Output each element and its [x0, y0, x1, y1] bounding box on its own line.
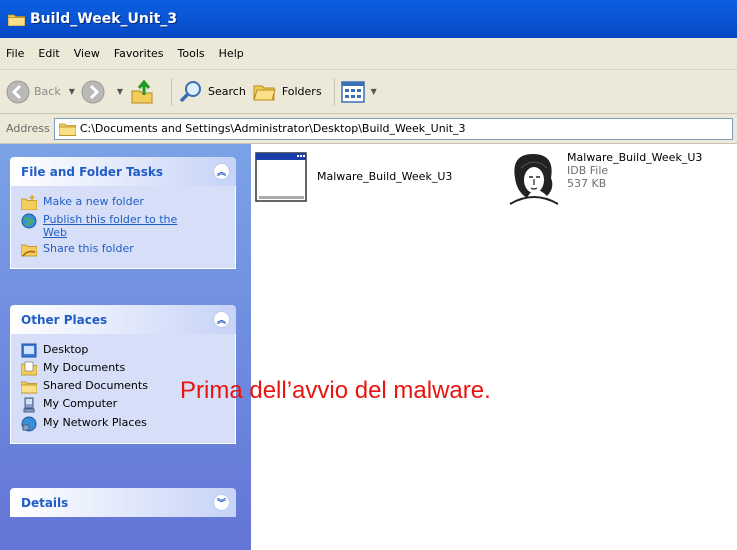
views-button[interactable] — [340, 80, 369, 103]
toolbar: Back ▼ ▼ Search Folders ▼ — [0, 70, 737, 114]
address-bar: Address C:\Documents and Settings\Admini… — [0, 114, 737, 144]
window-title: Build_Week_Unit_3 — [30, 11, 178, 27]
other-places-header[interactable]: Other Places ︽ — [10, 305, 236, 334]
task-publish-folder[interactable]: Publish this folder to the Web — [21, 213, 227, 239]
panel-title: Details — [21, 495, 69, 510]
shared-documents-icon — [21, 381, 37, 394]
menu-bar: File Edit View Favorites Tools Help — [0, 38, 737, 70]
task-label: Publish this folder to the Web — [43, 213, 178, 239]
ida-portrait-icon — [509, 154, 559, 205]
folders-label: Folders — [281, 85, 322, 98]
address-field[interactable]: C:\Documents and Settings\Administrator\… — [53, 117, 733, 140]
forward-dropdown-icon[interactable]: ▼ — [117, 87, 123, 96]
place-desktop[interactable]: Desktop — [21, 343, 227, 358]
task-share-folder[interactable]: Share this folder — [21, 242, 227, 257]
forward-button[interactable] — [81, 80, 109, 104]
place-label: My Network Places — [43, 416, 147, 429]
place-my-documents[interactable]: My Documents — [21, 361, 227, 376]
folder-icon — [8, 14, 25, 26]
panel-title: Other Places — [21, 312, 108, 327]
task-label: Make a new folder — [43, 195, 144, 208]
share-folder-icon — [21, 244, 37, 257]
task-pane: File and Folder Tasks ︽ Make a new folde… — [0, 144, 251, 550]
collapse-chevron-icon[interactable]: ︽ — [213, 163, 230, 180]
views-dropdown-icon[interactable]: ▼ — [371, 87, 377, 96]
menu-favorites[interactable]: Favorites — [114, 47, 164, 60]
file-name: Malware_Build_Week_U3 — [567, 151, 703, 164]
place-label: Shared Documents — [43, 379, 148, 392]
place-label: Desktop — [43, 343, 89, 356]
panel-title: File and Folder Tasks — [21, 164, 164, 179]
search-label: Search — [208, 85, 246, 98]
task-make-new-folder[interactable]: Make a new folder — [21, 195, 227, 210]
place-label: My Computer — [43, 397, 118, 410]
menu-view[interactable]: View — [74, 47, 100, 60]
globe-publish-icon — [21, 213, 37, 229]
file-size: 537 KB — [567, 177, 607, 190]
back-dropdown-icon[interactable]: ▼ — [69, 87, 75, 96]
new-folder-icon — [21, 195, 37, 210]
folders-icon — [253, 85, 276, 100]
network-places-icon — [21, 416, 37, 432]
views-grid-icon — [340, 80, 365, 103]
my-computer-icon — [23, 397, 35, 413]
file-item-idb[interactable]: Malware_Build_Week_U3 IDB File 537 KB — [505, 150, 702, 206]
toolbar-separator — [333, 77, 335, 106]
my-documents-icon — [21, 361, 37, 376]
search-icon — [179, 80, 202, 102]
file-and-folder-tasks-panel: File and Folder Tasks ︽ Make a new folde… — [10, 157, 236, 269]
application-window-icon — [255, 152, 307, 202]
address-label: Address — [6, 122, 50, 135]
file-item-executable[interactable]: Malware_Build_Week_U3 — [255, 152, 452, 202]
collapse-chevron-icon[interactable]: ︽ — [213, 311, 230, 328]
back-label: Back — [34, 85, 61, 98]
toolbar-separator — [171, 77, 173, 106]
back-button[interactable]: Back — [6, 80, 61, 104]
folder-up-icon — [131, 79, 153, 103]
file-details: Malware_Build_Week_U3 IDB File 537 KB — [567, 151, 702, 206]
folder-icon — [58, 123, 76, 136]
panel-body: Make a new folder Publish this folder to… — [10, 186, 236, 269]
menu-edit[interactable]: Edit — [38, 47, 59, 60]
place-label: My Documents — [43, 361, 126, 374]
file-name: Malware_Build_Week_U3 — [317, 170, 453, 183]
menu-help[interactable]: Help — [219, 47, 244, 60]
other-places-panel: Other Places ︽ Desktop My Documents Shar… — [10, 305, 236, 444]
task-label: Share this folder — [43, 242, 134, 255]
file-and-folder-tasks-header[interactable]: File and Folder Tasks ︽ — [10, 157, 236, 186]
address-path: C:\Documents and Settings\Administrator\… — [79, 122, 466, 135]
title-bar[interactable]: Build_Week_Unit_3 — [0, 0, 737, 38]
file-type: IDB File — [567, 164, 609, 177]
search-button[interactable]: Search — [178, 79, 246, 105]
folders-button[interactable]: Folders — [252, 80, 322, 104]
annotation-caption: Prima dell’avvio del malware. — [180, 377, 491, 404]
menu-file[interactable]: File — [6, 47, 24, 60]
desktop-icon — [21, 343, 37, 358]
forward-arrow-icon — [81, 80, 105, 103]
details-header[interactable]: Details ︾ — [10, 488, 236, 517]
place-my-network-places[interactable]: My Network Places — [21, 416, 227, 432]
back-arrow-icon — [6, 80, 30, 103]
file-list[interactable]: Malware_Build_Week_U3 Malware_Build_Week… — [251, 144, 737, 550]
details-panel: Details ︾ — [10, 488, 236, 517]
menu-tools[interactable]: Tools — [178, 47, 205, 60]
up-button[interactable] — [129, 79, 159, 105]
expand-chevron-icon[interactable]: ︾ — [213, 494, 230, 511]
